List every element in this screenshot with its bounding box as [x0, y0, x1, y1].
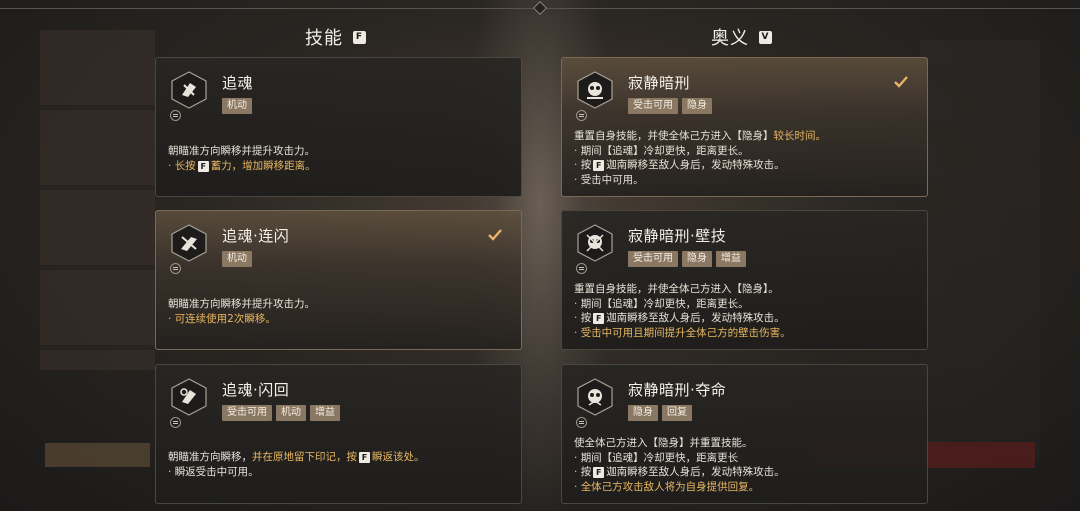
skill-description: 朝瞄准方向瞬移并提升攻击力。 可连续使用2次瞬移。: [168, 297, 315, 326]
ultimate-tag: 受击可用: [628, 98, 678, 114]
skill-name: 追魂·连闪: [222, 227, 290, 245]
desc-line: 瞬返受击中可用。: [168, 465, 425, 480]
f-key-icon: F: [593, 160, 605, 171]
desc-line: 期间【追魂】冷却更快，距离更长: [574, 451, 785, 466]
desc-line: 朝瞄准方向瞬移并提升攻击力。: [168, 145, 315, 157]
ultimate-tag: 增益: [716, 251, 746, 267]
background-character-portraits: [40, 30, 155, 370]
selected-check-icon: [488, 229, 502, 241]
skill-description: 朝瞄准方向瞬移，并在原地留下印记，按F瞬返该处。 瞬返受击中可用。: [168, 450, 425, 479]
desc-text: 蓄力，增加瞬移距离。: [210, 159, 316, 172]
skills-header-label: 技能: [305, 28, 343, 49]
skill-card-zhuihun-lianshan[interactable]: 追魂·连闪 机动 朝瞄准方向瞬移并提升攻击力。 可连续使用2次瞬移。: [155, 210, 522, 350]
desc-line: 按F迦南瞬移至敌人身后，发动特殊攻击。: [574, 311, 791, 326]
skill-description: 朝瞄准方向瞬移并提升攻击力。 长按F蓄力，增加瞬移距离。: [168, 144, 316, 173]
desc-line: 朝瞄准方向瞬移并提升攻击力。: [168, 298, 315, 310]
ultimate-tag: 隐身: [682, 98, 712, 114]
ultimate-name: 寂静暗刑·壁技: [628, 227, 727, 245]
ultimate-tags: 受击可用 隐身: [628, 98, 712, 114]
selected-check-icon: [894, 76, 908, 88]
desc-text-highlight: 瞬返该处。: [372, 451, 425, 463]
ultimate-tag: 隐身: [682, 251, 712, 267]
skill-detail-icon: [170, 263, 181, 274]
skill-tag: 增益: [310, 405, 340, 421]
skill-tags: 受击可用 机动 增益: [222, 405, 340, 421]
ultimate-detail-icon: [576, 110, 587, 121]
ultimate-tags: 隐身 回复: [628, 405, 692, 421]
ultimate-tag: 回复: [662, 405, 692, 421]
desc-text: 迦南瞬移至敌人身后，发动特殊攻击。: [606, 159, 785, 171]
skills-hotkey-badge: F: [353, 30, 366, 44]
desc-line: 重置自身技能，并使全体己方进入【隐身】。: [574, 283, 779, 295]
skill-tag: 机动: [222, 251, 252, 267]
skill-tag: 机动: [276, 405, 306, 421]
desc-line: 期间【追魂】冷却更快，距离更长。: [574, 144, 826, 159]
desc-line: 重置自身技能，并使全体己方进入【隐身】较长时间。: [574, 129, 826, 144]
ultimate-description: 使全体己方进入【隐身】并重置技能。 期间【追魂】冷却更快，距离更长 按F迦南瞬移…: [574, 436, 785, 494]
skill-tag: 机动: [222, 98, 252, 114]
f-key-icon: F: [197, 160, 209, 172]
skills-header: 技能 F: [305, 24, 366, 50]
desc-line-highlight: 全体己方攻击敌人将为自身提供回复。: [574, 480, 785, 495]
ultimate-description: 重置自身技能，并使全体己方进入【隐身】。 期间【追魂】冷却更快，距离更长。 按F…: [574, 282, 791, 340]
desc-text: 按: [580, 312, 592, 324]
ultimate-detail-icon: [576, 417, 587, 428]
desc-line: 按F迦南瞬移至敌人身后，发动特殊攻击。: [574, 158, 826, 173]
skill-name: 追魂·闪回: [222, 381, 290, 399]
desc-text-highlight: 并在原地留下印记，按: [252, 451, 357, 463]
f-key-icon: F: [593, 313, 605, 324]
skill-card-zhuihun[interactable]: 追魂 机动 朝瞄准方向瞬移并提升攻击力。 长按F蓄力，增加瞬移距离。: [155, 57, 522, 197]
ultimate-name: 寂静暗刑·夺命: [628, 381, 727, 399]
skill-card-zhuihun-shanhui[interactable]: 追魂·闪回 受击可用 机动 增益 朝瞄准方向瞬移，并在原地留下印记，按 F 瞬返该处…: [155, 364, 522, 504]
ultimate-icon: [576, 378, 614, 416]
skill-tag: 受击可用: [222, 405, 272, 421]
ultimate-card-jijing-anxing-biji[interactable]: 寂静暗刑·壁技 受击可用 隐身 增益 重置自身技能，并使全体己方进入【隐身】。 …: [561, 210, 928, 350]
desc-text: 按: [580, 159, 592, 171]
f-key-icon: F: [593, 467, 605, 478]
desc-line-highlight: 受击中可用且期间提升全体己方的壁击伤害。: [574, 326, 791, 341]
skill-icon: [170, 71, 208, 109]
ultimate-icon: [576, 224, 614, 262]
desc-line: 使全体己方进入【隐身】并重置技能。: [574, 437, 753, 449]
skill-tags: 机动: [222, 98, 252, 114]
skill-name: 追魂: [222, 74, 254, 92]
desc-line: 按F迦南瞬移至敌人身后，发动特殊攻击。: [574, 465, 785, 480]
ultimate-tag: 隐身: [628, 405, 658, 421]
desc-text: 重置自身技能，并使全体己方进入【隐身】: [574, 130, 774, 142]
ultimate-tags: 受击可用 隐身 增益: [628, 251, 746, 267]
ultimate-card-jijing-anxing-duoming[interactable]: 寂静暗刑·夺命 隐身 回复 使全体己方进入【隐身】并重置技能。 期间【追魂】冷却…: [561, 364, 928, 504]
ultimates-header: 奥义 V: [711, 24, 772, 50]
ultimate-card-jijing-anxing[interactable]: 寂静暗刑 受击可用 隐身 重置自身技能，并使全体己方进入【隐身】较长时间。 期间…: [561, 57, 928, 197]
desc-text: 迦南瞬移至敌人身后，发动特殊攻击。: [606, 312, 785, 324]
desc-line-highlight: 长按F蓄力，增加瞬移距离。: [168, 159, 316, 174]
skill-detail-icon: [170, 110, 181, 121]
desc-text: 迦南瞬移至敌人身后，发动特殊攻击。: [606, 466, 785, 478]
skill-tags: 机动: [222, 251, 252, 267]
f-key-icon: F: [359, 452, 370, 463]
ultimate-name: 寂静暗刑: [628, 74, 691, 92]
desc-text: 长按: [174, 159, 196, 172]
desc-line: 期间【追魂】冷却更快，距离更长。: [574, 297, 791, 312]
desc-line: 朝瞄准方向瞬移，并在原地留下印记，按 F 瞬返该处。: [168, 450, 425, 465]
background-right-panel: [920, 40, 1040, 460]
ultimate-description: 重置自身技能，并使全体己方进入【隐身】较长时间。 期间【追魂】冷却更快，距离更长…: [574, 129, 826, 187]
ultimate-tag: 受击可用: [628, 251, 678, 267]
ultimate-detail-icon: [576, 263, 587, 274]
desc-text: 朝瞄准方向瞬移，: [168, 451, 252, 463]
ultimate-icon: [576, 71, 614, 109]
desc-line: 受击中可用。: [574, 173, 826, 188]
desc-text: 按: [580, 466, 592, 478]
desc-line-highlight: 可连续使用2次瞬移。: [168, 312, 315, 327]
skill-icon: [170, 378, 208, 416]
ultimates-header-label: 奥义: [711, 28, 749, 49]
desc-text-highlight: 较长时间。: [773, 130, 827, 142]
skill-icon: [170, 224, 208, 262]
background-brown-bar: [45, 443, 150, 467]
skill-detail-icon: [170, 417, 181, 428]
ultimates-hotkey-badge: V: [759, 30, 772, 44]
